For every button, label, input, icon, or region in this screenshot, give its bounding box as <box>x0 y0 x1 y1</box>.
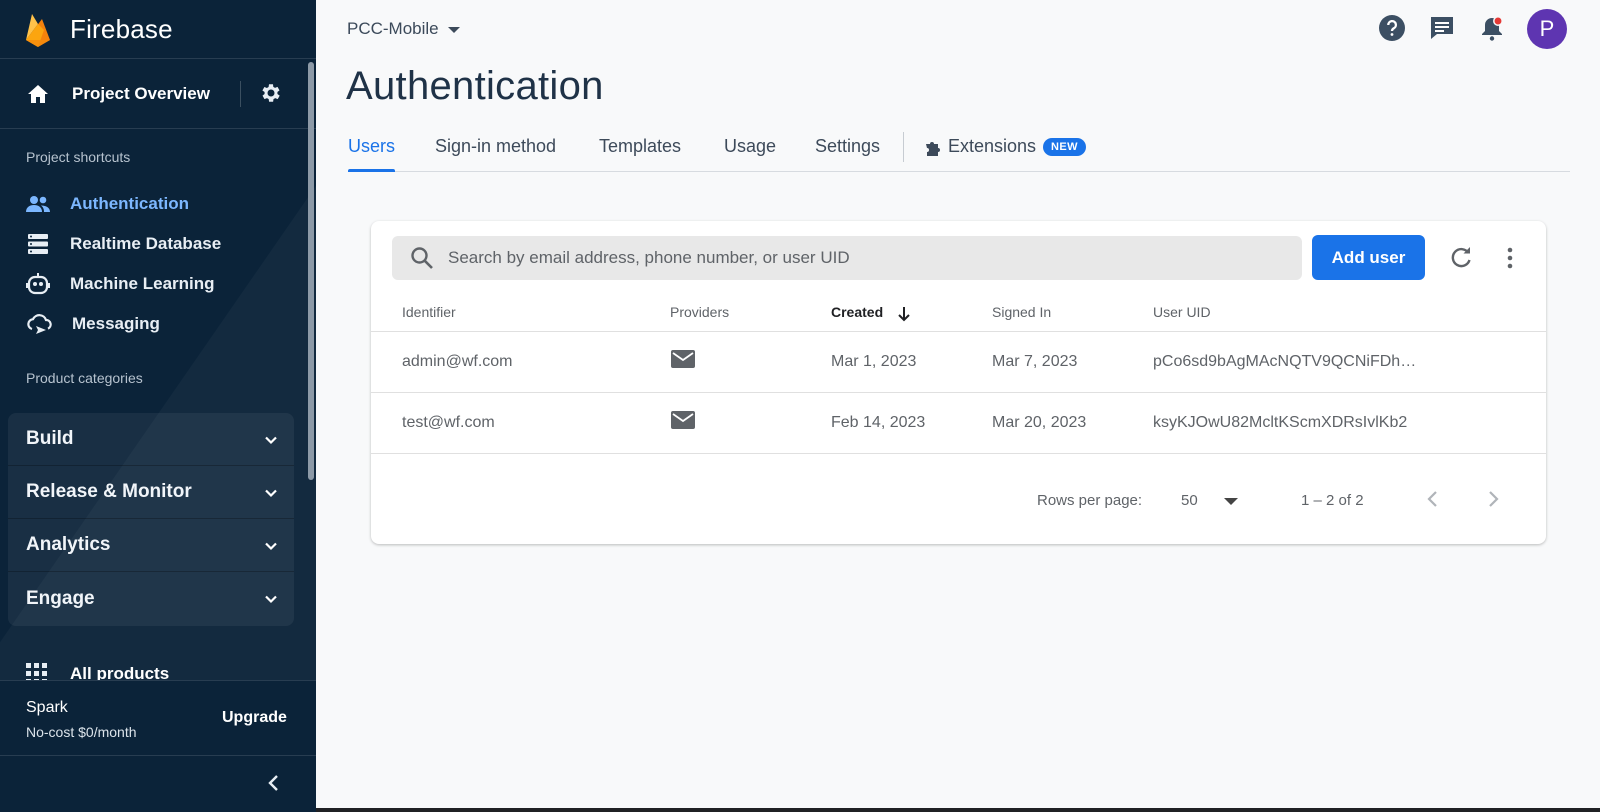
column-header-providers[interactable]: Providers <box>670 304 729 320</box>
category-label: Build <box>26 428 74 449</box>
sidebar-item-label: Machine Learning <box>70 274 215 293</box>
gear-icon[interactable] <box>259 81 283 105</box>
chevron-down-icon <box>265 595 277 604</box>
table-row[interactable]: admin@wf.com Mar 1, 2023 Mar 7, 2023 pCo… <box>371 332 1546 392</box>
help-icon[interactable] <box>1378 14 1406 42</box>
sidebar-item-label: Messaging <box>72 314 160 333</box>
chevron-down-icon <box>265 542 277 551</box>
rows-per-page-label: Rows per page: <box>1037 492 1143 509</box>
pagination-range: 1 – 2 of 2 <box>1301 492 1364 509</box>
chevron-down-icon <box>265 489 277 498</box>
category-analytics[interactable]: Analytics <box>8 519 294 572</box>
row-divider <box>371 453 1546 454</box>
category-release-monitor[interactable]: Release & Monitor <box>8 466 294 519</box>
product-categories-list: Build Release & Monitor Analytics Engage <box>8 413 294 626</box>
email-icon <box>671 350 695 368</box>
overview-divider <box>240 81 241 107</box>
cell-signed-in: Mar 20, 2023 <box>992 414 1087 431</box>
upgrade-button[interactable]: Upgrade <box>222 709 287 727</box>
robot-icon <box>26 273 50 295</box>
cell-identifier: admin@wf.com <box>402 353 513 370</box>
chevron-down-icon <box>265 436 277 445</box>
project-name: PCC-Mobile <box>347 19 439 38</box>
tab-bar: Users Sign-in method Templates Usage Set… <box>348 128 1570 172</box>
table-row[interactable]: test@wf.com Feb 14, 2023 Mar 20, 2023 ks… <box>371 393 1546 453</box>
search-icon <box>411 247 433 269</box>
sort-arrow-down-icon[interactable] <box>896 305 912 323</box>
column-header-created[interactable]: Created <box>831 304 883 320</box>
sidebar-item-machine-learning[interactable]: Machine Learning <box>0 266 316 302</box>
category-engage[interactable]: Engage <box>8 572 294 625</box>
project-overview-item[interactable]: Project Overview <box>0 59 316 129</box>
cell-signed-in: Mar 7, 2023 <box>992 353 1078 370</box>
page-title: Authentication <box>346 64 604 108</box>
email-icon <box>671 411 695 429</box>
category-label: Analytics <box>26 534 111 555</box>
column-header-identifier[interactable]: Identifier <box>402 304 456 320</box>
avatar[interactable]: P <box>1527 9 1567 49</box>
firebase-brand[interactable]: Firebase <box>0 0 316 59</box>
more-vert-icon[interactable] <box>1497 245 1523 271</box>
category-label: Engage <box>26 587 95 609</box>
search-box[interactable] <box>392 236 1302 280</box>
category-label: Release & Monitor <box>26 481 192 502</box>
active-tab-indicator <box>348 169 395 172</box>
sidebar-item-label: Realtime Database <box>70 234 222 253</box>
sidebar: Firebase Project Overview Project shortc… <box>0 0 316 812</box>
firebase-logo-icon <box>26 14 50 47</box>
plan-panel: Spark No-cost $0/month Upgrade <box>0 680 316 756</box>
sidebar-scrollbar[interactable] <box>308 62 314 480</box>
notifications-icon[interactable] <box>1478 14 1506 42</box>
cell-user-uid: ksyKJOwU82McltKScmXDRsIvlKb2 <box>1153 414 1408 431</box>
search-input[interactable] <box>448 248 1288 268</box>
database-icon <box>28 234 48 254</box>
cell-identifier: test@wf.com <box>402 414 495 431</box>
extension-puzzle-icon <box>926 142 940 156</box>
sidebar-item-label: Authentication <box>70 194 189 213</box>
category-build[interactable]: Build <box>8 413 294 466</box>
cell-created: Mar 1, 2023 <box>831 353 917 370</box>
product-categories-heading: Product categories <box>26 370 143 386</box>
refresh-icon[interactable] <box>1448 245 1474 271</box>
caret-down-icon <box>447 27 460 33</box>
tab-settings[interactable]: Settings <box>815 136 880 157</box>
project-selector[interactable]: PCC-Mobile <box>347 19 460 39</box>
cell-user-uid: pCo6sd9bAgMAcNQTV9QCNiFDh… <box>1153 353 1417 370</box>
add-user-button[interactable]: Add user <box>1312 235 1425 280</box>
tab-users[interactable]: Users <box>348 136 395 157</box>
new-badge: NEW <box>1043 138 1086 156</box>
collapse-sidebar-icon[interactable] <box>264 773 284 793</box>
sidebar-item-realtime-database[interactable]: Realtime Database <box>0 226 316 262</box>
home-icon <box>28 84 48 103</box>
project-shortcuts-heading: Project shortcuts <box>26 149 131 165</box>
plan-name: Spark <box>26 699 68 716</box>
project-overview-label: Project Overview <box>72 83 210 103</box>
caret-down-icon[interactable] <box>1224 498 1238 505</box>
people-icon <box>26 196 50 212</box>
tab-usage[interactable]: Usage <box>724 136 776 157</box>
messaging-cloud-icon <box>27 314 52 334</box>
sidebar-item-messaging[interactable]: Messaging <box>0 306 316 342</box>
next-page-icon[interactable] <box>1481 487 1505 511</box>
tab-sign-in-method[interactable]: Sign-in method <box>435 136 556 157</box>
column-header-user-uid[interactable]: User UID <box>1153 304 1211 320</box>
sidebar-item-authentication[interactable]: Authentication <box>0 186 316 222</box>
cell-created: Feb 14, 2023 <box>831 414 926 431</box>
tab-extensions[interactable]: Extensions <box>948 136 1036 157</box>
brand-name: Firebase <box>70 13 173 44</box>
window-bottom-edge <box>316 808 1600 812</box>
users-card: Add user Identifier Providers Created Si… <box>371 221 1546 544</box>
feedback-icon[interactable] <box>1428 14 1456 42</box>
plan-price: No-cost $0/month <box>26 724 137 740</box>
tab-separator <box>903 132 904 162</box>
column-header-signed-in[interactable]: Signed In <box>992 304 1051 320</box>
previous-page-icon[interactable] <box>1421 487 1445 511</box>
rows-per-page-select[interactable]: 50 <box>1181 492 1198 509</box>
tab-templates[interactable]: Templates <box>599 136 681 157</box>
